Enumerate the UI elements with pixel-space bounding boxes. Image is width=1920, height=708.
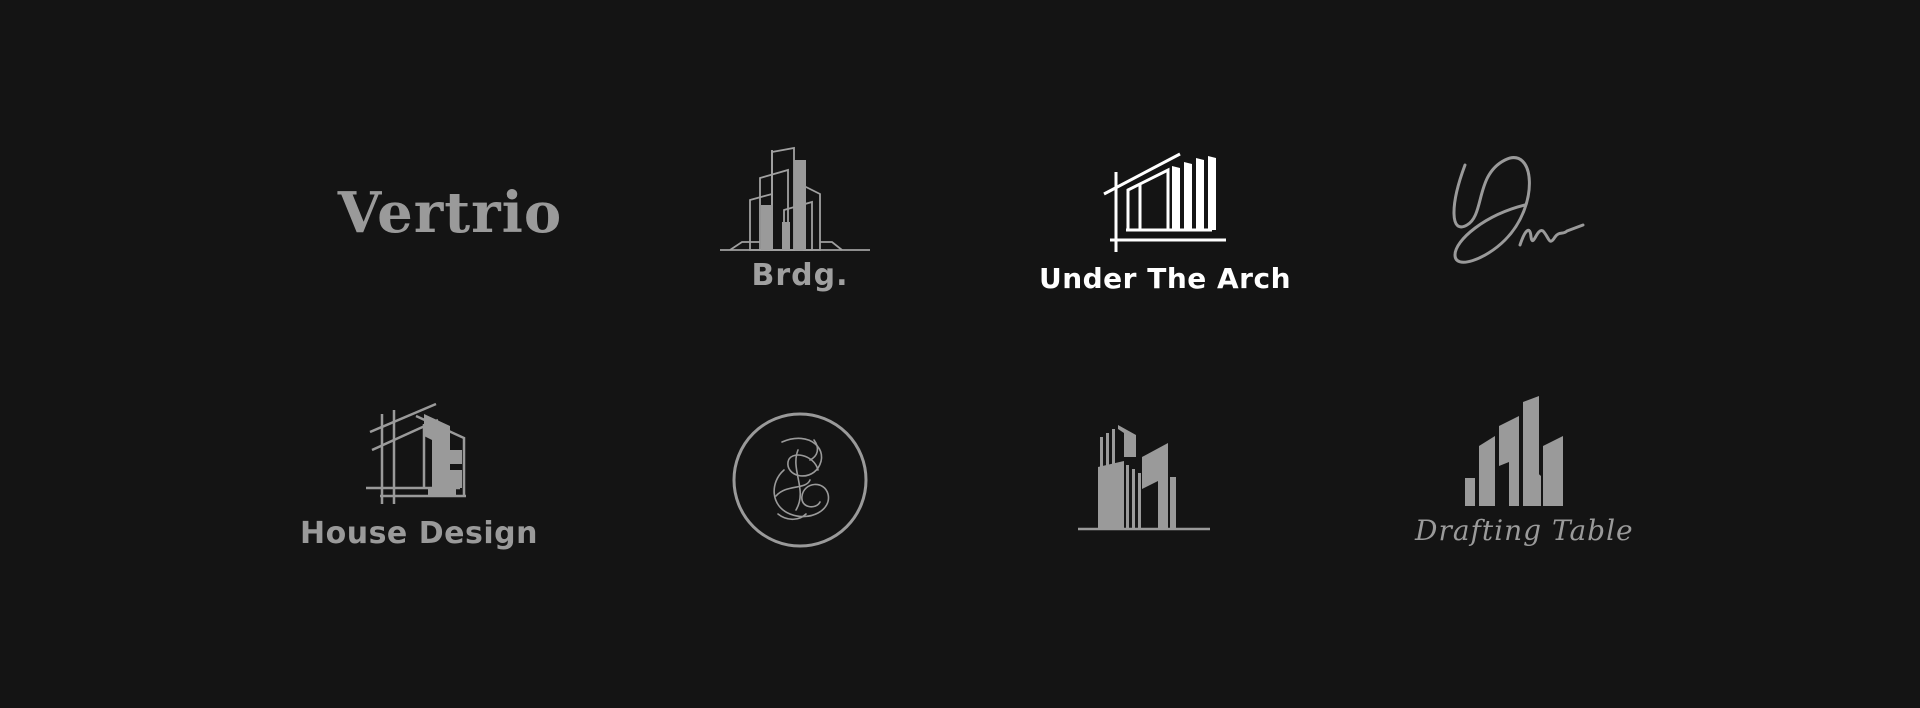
vertrio-wordmark: Vertrio (337, 180, 563, 246)
house-design-name: House Design (300, 516, 538, 551)
skyline-logo (1078, 425, 1213, 535)
dm-logo (1445, 145, 1595, 275)
architect-frame-icon (1103, 152, 1226, 252)
brdg-name: Brdg. (751, 258, 849, 293)
logo-showcase: Vertrio Brdg. Under The Arch House Desig… (0, 0, 1920, 708)
drafting-table-name: Drafting Table (1415, 514, 1634, 547)
skyscraper-skyline-icon (1078, 425, 1210, 531)
house-blueprint-icon (366, 402, 466, 504)
drafting-table-logo: Drafting Table (1415, 396, 1634, 562)
monogram-logo (730, 410, 870, 550)
vertrio-logo: Vertrio (300, 180, 600, 270)
under-the-arch-logo: Under The Arch (1030, 150, 1300, 300)
ornate-monogram-circle-icon (732, 412, 868, 548)
under-the-arch-name: Under The Arch (1038, 262, 1292, 295)
tower-blocks-icon (1465, 396, 1563, 506)
house-design-logo: House Design (300, 400, 538, 560)
city-buildings-outline-icon (720, 146, 870, 251)
brdg-logo: Brdg. (720, 146, 880, 300)
dm-signature-icon (1452, 156, 1585, 264)
